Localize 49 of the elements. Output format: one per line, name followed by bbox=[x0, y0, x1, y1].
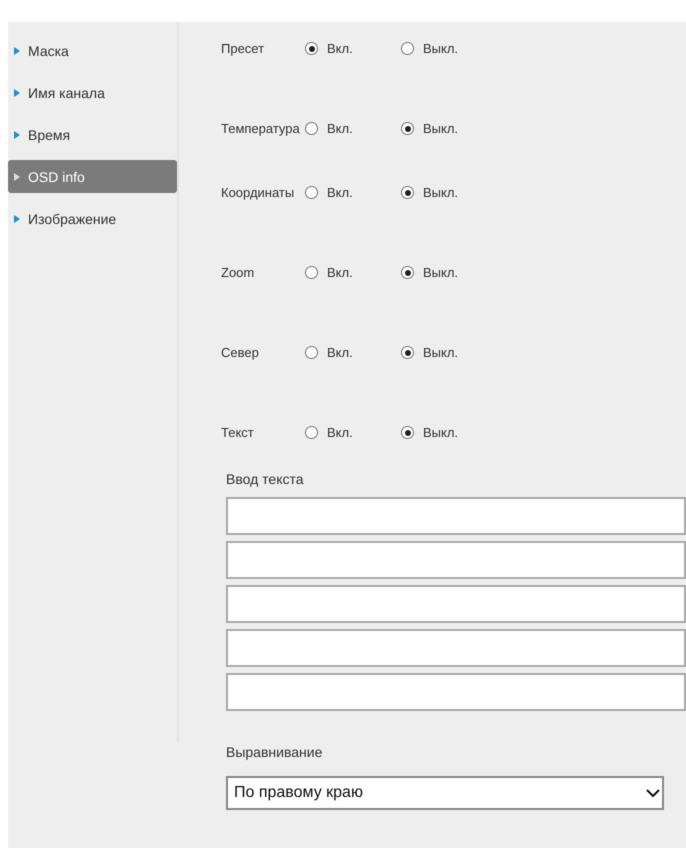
section-label: Выравнивание bbox=[225, 744, 324, 760]
radio-button[interactable] bbox=[401, 122, 414, 135]
radio-label: Вкл. bbox=[327, 41, 353, 56]
radio-button[interactable] bbox=[305, 346, 318, 359]
triangle-icon bbox=[14, 172, 20, 180]
radio-label: Выкл. bbox=[423, 185, 458, 200]
radio-label: Вкл. bbox=[327, 345, 353, 360]
sidebar-item[interactable]: Имя канала bbox=[8, 76, 177, 109]
radio-label: Вкл. bbox=[327, 265, 353, 280]
radio-label: Выкл. bbox=[423, 121, 458, 136]
text-input-field[interactable] bbox=[226, 585, 686, 623]
radio-button[interactable] bbox=[305, 426, 318, 439]
text-input-field[interactable] bbox=[226, 497, 686, 535]
radio-button[interactable] bbox=[401, 426, 414, 439]
radio-button[interactable] bbox=[401, 186, 414, 199]
radio-label: Выкл. bbox=[423, 425, 458, 440]
text-input-field[interactable] bbox=[226, 673, 686, 711]
triangle-icon bbox=[14, 214, 20, 222]
setting-label: Текст bbox=[221, 425, 255, 440]
sidebar-item[interactable]: Изображение bbox=[8, 202, 177, 235]
setting-label: Zoom bbox=[221, 265, 256, 280]
triangle-icon bbox=[14, 46, 20, 54]
radio-label: Выкл. bbox=[423, 265, 458, 280]
triangle-icon bbox=[14, 130, 20, 138]
section-label: Ввод текста bbox=[225, 471, 305, 487]
sidebar-item[interactable]: OSD info bbox=[8, 160, 177, 193]
text-input-field[interactable] bbox=[226, 629, 686, 667]
radio-label: Вкл. bbox=[327, 425, 353, 440]
radio-button[interactable] bbox=[305, 186, 318, 199]
radio-button[interactable] bbox=[401, 42, 414, 55]
setting-label: Температура bbox=[221, 121, 301, 136]
chevron-down-icon bbox=[646, 788, 660, 798]
setting-label: Пресет bbox=[221, 41, 266, 56]
radio-button[interactable] bbox=[305, 122, 318, 135]
sidebar-item[interactable]: Маска bbox=[8, 34, 177, 67]
text-input-field[interactable] bbox=[226, 541, 686, 579]
radio-button[interactable] bbox=[401, 266, 414, 279]
setting-label: Север bbox=[221, 345, 260, 360]
radio-label: Выкл. bbox=[423, 41, 458, 56]
alignment-dropdown[interactable]: По правому краю bbox=[226, 776, 664, 810]
triangle-icon bbox=[14, 88, 20, 96]
radio-label: Выкл. bbox=[423, 345, 458, 360]
setting-label: Координаты bbox=[221, 185, 296, 200]
sidebar-item[interactable]: Время bbox=[8, 118, 177, 151]
radio-label: Вкл. bbox=[327, 121, 353, 136]
radio-button[interactable] bbox=[305, 42, 318, 55]
radio-button[interactable] bbox=[401, 346, 414, 359]
radio-button[interactable] bbox=[305, 266, 318, 279]
radio-label: Вкл. bbox=[327, 185, 353, 200]
